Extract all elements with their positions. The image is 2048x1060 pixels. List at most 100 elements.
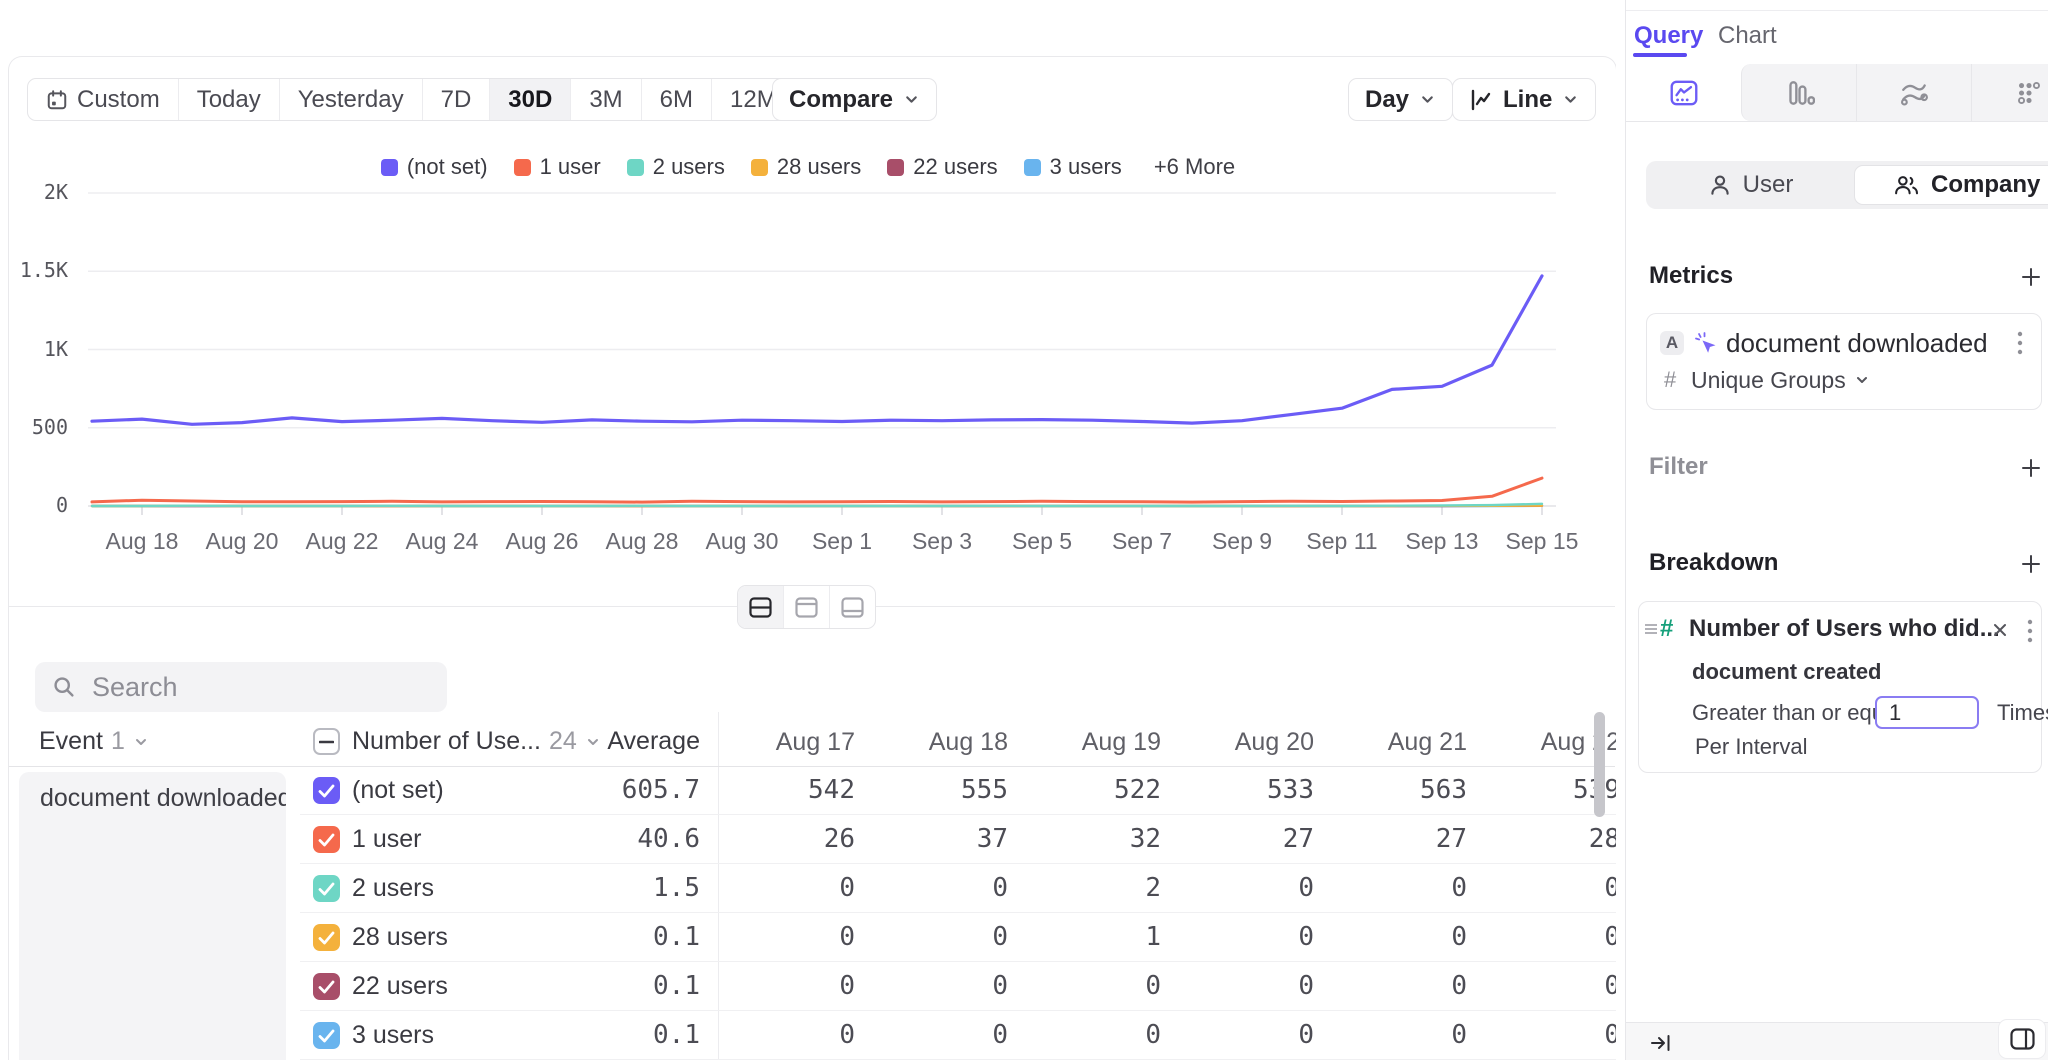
row-value: 0	[1164, 864, 1314, 913]
row-checkbox[interactable]	[313, 875, 340, 902]
row-label: 28 users	[352, 913, 448, 962]
metric-menu-button[interactable]	[2017, 330, 2023, 356]
number-property-icon: #	[1660, 615, 1673, 643]
tab-query[interactable]: Query	[1634, 20, 1703, 52]
chevron-down-icon	[1419, 91, 1436, 108]
company-label: Company	[1931, 171, 2040, 199]
bottom-layout-icon	[840, 596, 865, 619]
legend-item[interactable]: 28 users	[751, 154, 861, 180]
row-label: 3 users	[352, 1011, 434, 1060]
select-all-checkbox[interactable]	[313, 728, 340, 755]
row-checkbox[interactable]	[313, 1022, 340, 1049]
row-value: 0	[1164, 1011, 1314, 1060]
row-value: 27	[1317, 815, 1467, 864]
range-button-custom[interactable]: Custom	[28, 79, 178, 120]
legend-item[interactable]: 1 user	[514, 154, 601, 180]
chart-type-flow-tab[interactable]	[1856, 64, 1971, 121]
row-value: 1	[1011, 913, 1161, 962]
collapse-panel-icon[interactable]	[1649, 1031, 1673, 1055]
group-toggle: User Company	[1646, 161, 2048, 209]
column-header[interactable]: Aug 21	[1317, 728, 1467, 757]
row-average: 1.5	[500, 864, 700, 913]
range-button-3m[interactable]: 3M	[570, 79, 640, 120]
layout-split-button[interactable]	[738, 586, 783, 628]
times-label: Times	[1997, 696, 2048, 729]
event-column-header[interactable]: Event 1	[39, 717, 149, 766]
range-button-6m[interactable]: 6M	[641, 79, 711, 120]
row-value: 533	[1164, 766, 1314, 815]
chart-type-grid-tab[interactable]	[1971, 64, 2048, 121]
column-header[interactable]: Aug 20	[1164, 728, 1314, 757]
row-checkbox[interactable]	[313, 777, 340, 804]
per-interval-label: Per Interval	[1695, 735, 1808, 759]
chart-type-line-tab[interactable]	[1626, 64, 1741, 121]
chart-type-tabs	[1626, 64, 2048, 122]
row-value: 0	[858, 913, 1008, 962]
column-header[interactable]: Aug 17	[705, 728, 855, 757]
compare-button[interactable]: Compare	[772, 78, 937, 121]
column-header[interactable]: Aug 19	[1011, 728, 1161, 757]
chart-type-dropdown[interactable]: Line	[1452, 78, 1596, 121]
chevron-down-icon	[133, 734, 149, 750]
y-axis-tick: 1K	[0, 337, 68, 361]
legend-swatch	[1024, 159, 1041, 176]
column-header[interactable]: Aug 18	[858, 728, 1008, 757]
legend-item[interactable]: 2 users	[627, 154, 725, 180]
hash-icon: #	[1664, 367, 1676, 393]
query-panel: Query Chart	[1625, 0, 2048, 1060]
add-filter-button[interactable]	[2020, 457, 2042, 479]
row-value: 563	[1317, 766, 1467, 815]
breakdown-menu-button[interactable]	[2027, 618, 2033, 644]
row-value: 37	[858, 815, 1008, 864]
legend-item[interactable]: 3 users	[1024, 154, 1122, 180]
legend-more[interactable]: +6 More	[1154, 154, 1235, 180]
toggle-option-company[interactable]: Company	[1854, 165, 2048, 205]
table-scrollbar[interactable]	[1594, 712, 1605, 817]
range-button-7d[interactable]: 7D	[422, 79, 490, 120]
search-input[interactable]	[90, 671, 414, 704]
legend-item[interactable]: (not set)	[381, 154, 488, 180]
legend-swatch	[751, 159, 768, 176]
breakdown-event: document created	[1692, 660, 1882, 684]
range-button-30d[interactable]: 30D	[489, 79, 570, 120]
add-metric-button[interactable]	[2020, 266, 2042, 288]
chart-type-bar-tab[interactable]	[1741, 64, 1856, 121]
legend-label: 2 users	[653, 154, 725, 180]
x-axis-tick: Sep 15	[1487, 528, 1597, 555]
chevron-down-icon	[1562, 91, 1579, 108]
average-column-header[interactable]: Average	[500, 717, 700, 766]
x-axis-tick: Sep 7	[1087, 528, 1197, 555]
breakdown-card[interactable]: # Number of Users who did... document cr…	[1638, 601, 2042, 773]
drag-handle-icon[interactable]	[1644, 621, 1658, 637]
layout-table-only-button[interactable]	[829, 586, 875, 628]
metric-card[interactable]: A document downloaded # Unique Groups	[1646, 313, 2042, 410]
x-axis-tick: Sep 9	[1187, 528, 1297, 555]
row-value: 542	[705, 766, 855, 815]
side-panel-toggle-button[interactable]	[1998, 1019, 2046, 1059]
times-input[interactable]	[1875, 696, 1979, 729]
event-header-label: Event	[39, 727, 103, 756]
row-checkbox[interactable]	[313, 826, 340, 853]
y-axis-tick: 500	[0, 415, 68, 439]
row-value: 0	[1317, 864, 1467, 913]
row-checkbox[interactable]	[313, 924, 340, 951]
aggregation-dropdown[interactable]: Unique Groups	[1691, 367, 1870, 393]
add-breakdown-button[interactable]	[2020, 553, 2042, 575]
close-icon[interactable]	[1991, 621, 2009, 639]
range-button-today[interactable]: Today	[178, 79, 279, 120]
aggregation-label: Unique Groups	[1691, 367, 1846, 393]
range-label: Custom	[77, 86, 160, 114]
compare-label: Compare	[789, 86, 893, 114]
tab-chart[interactable]: Chart	[1718, 20, 1777, 52]
event-cell[interactable]: document downloaded [U...	[19, 772, 286, 1060]
interval-dropdown[interactable]: Day	[1348, 78, 1453, 121]
layout-chart-only-button[interactable]	[783, 586, 829, 628]
row-checkbox[interactable]	[313, 973, 340, 1000]
range-label: 7D	[441, 86, 472, 114]
legend-item[interactable]: 22 users	[887, 154, 997, 180]
toggle-option-user[interactable]: User	[1646, 161, 1854, 209]
metrics-heading: Metrics	[1649, 263, 1733, 289]
row-label: 1 user	[352, 815, 421, 864]
range-button-yesterday[interactable]: Yesterday	[279, 79, 422, 120]
row-value: 0	[1164, 962, 1314, 1011]
